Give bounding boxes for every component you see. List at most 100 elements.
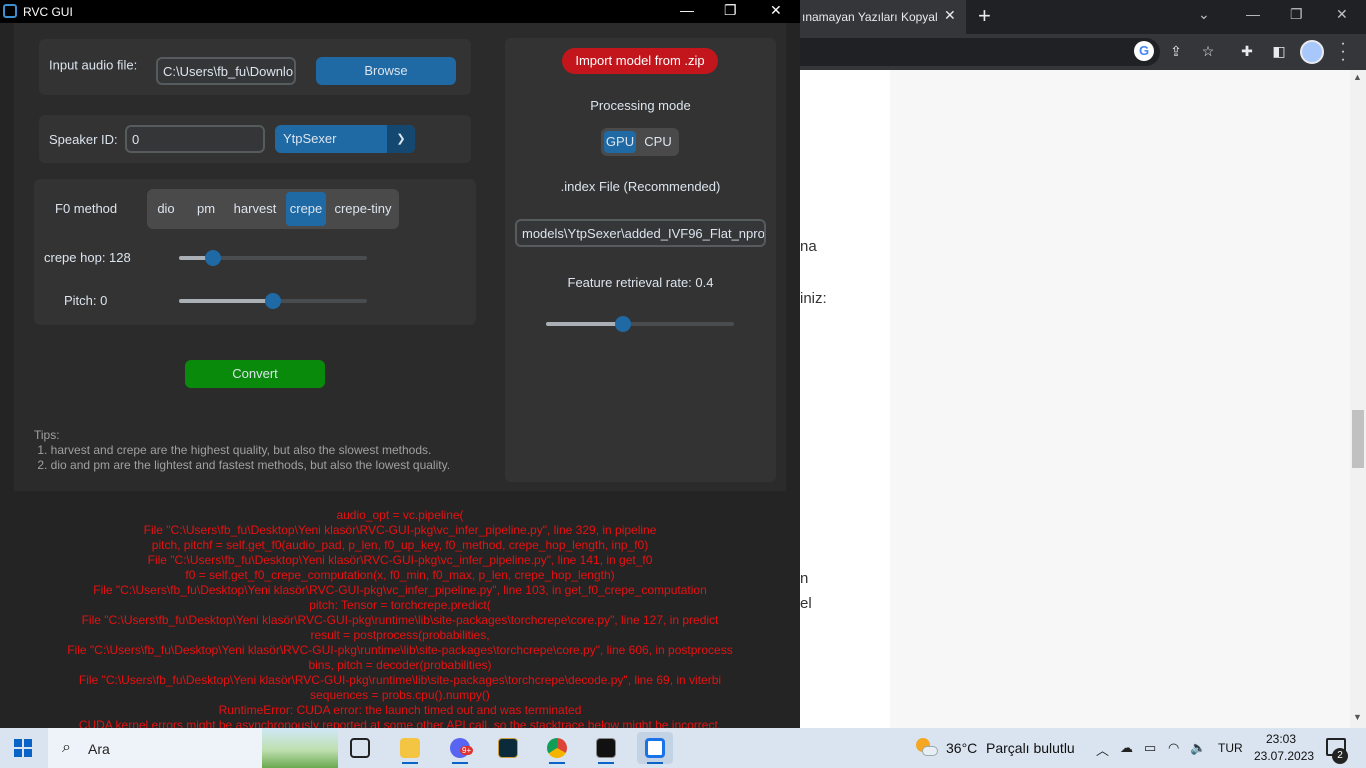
index-file-label: .index File (Recommended) — [560, 179, 721, 194]
input-audio-frame: Input audio file: C:\Users\fb_fu\Downlo … — [39, 39, 471, 95]
page-scrollbar[interactable]: ▲ ▼ — [1350, 70, 1366, 728]
f0-option-pm[interactable]: pm — [188, 192, 224, 226]
index-file-field[interactable]: models\YtpSexer\added_IVF96_Flat_nprol — [515, 219, 766, 247]
tips-line: 1. harvest and crepe are the highest qua… — [34, 443, 432, 457]
share-icon[interactable]: ⇪ — [1166, 41, 1186, 61]
browser-close-icon[interactable]: ✕ — [1336, 6, 1348, 23]
mode-option-gpu[interactable]: GPU — [604, 131, 636, 153]
task-view-icon — [350, 738, 370, 758]
app-icon — [3, 4, 17, 18]
taskbar-terminal[interactable] — [588, 732, 624, 764]
taskbar-discord[interactable]: 9+ — [442, 732, 478, 764]
new-tab-icon[interactable]: + — [978, 3, 991, 29]
mode-option-cpu[interactable]: CPU — [640, 131, 676, 153]
browser-restore-icon[interactable]: ❐ — [1290, 6, 1303, 23]
running-indicator — [402, 762, 418, 764]
log-line: bins, pitch = decoder(probabilities) — [308, 658, 492, 672]
star-icon[interactable]: ☆ — [1198, 41, 1218, 61]
processing-mode-label: Processing mode — [590, 98, 691, 113]
google-icon[interactable]: G — [1134, 41, 1154, 61]
onedrive-icon[interactable]: ☁ — [1120, 740, 1133, 756]
tips-title: Tips: — [34, 428, 60, 442]
close-icon[interactable]: ✕ — [770, 2, 782, 19]
terminal-icon — [596, 738, 616, 758]
wifi-icon[interactable]: ◠ — [1168, 740, 1179, 756]
f0-option-crepe[interactable]: crepe — [286, 192, 326, 226]
maximize-icon[interactable]: ❐ — [724, 2, 737, 19]
page-text-fragment: el — [800, 595, 812, 612]
browser-tab-title: ınamayan Yazıları Kopyala — [802, 10, 938, 24]
browse-button[interactable]: Browse — [316, 57, 456, 85]
feature-rate-slider-knob[interactable] — [615, 316, 631, 332]
chrome-icon — [547, 738, 567, 758]
log-line: RuntimeError: CUDA error: the launch tim… — [218, 703, 582, 717]
taskbar-rvc[interactable] — [637, 732, 673, 764]
feature-rate-slider[interactable] — [546, 316, 734, 332]
volume-icon[interactable]: 🔈 — [1190, 740, 1206, 756]
browser-tab[interactable]: ınamayan Yazıları Kopyala ✕ — [800, 0, 966, 34]
search-highlight-image — [262, 728, 338, 768]
taskbar-explorer[interactable] — [392, 732, 428, 764]
log-line: f0 = self.get_f0_crepe_computation(x, f0… — [185, 568, 615, 582]
f0-option-harvest[interactable]: harvest — [228, 192, 282, 226]
task-view-button[interactable] — [342, 732, 378, 764]
weather-description[interactable]: Parçalı bulutlu — [986, 740, 1075, 756]
taskbar-league[interactable] — [490, 732, 526, 764]
scroll-down-icon[interactable]: ▼ — [1353, 712, 1362, 722]
chevron-down-icon[interactable]: ❯ — [387, 125, 415, 153]
processing-mode-selector: GPU CPU — [601, 128, 679, 156]
speaker-id-field[interactable]: 0 — [125, 125, 265, 153]
log-line: File "C:\Users\fb_fu\Desktop\Yeni klasör… — [67, 643, 733, 657]
chevron-up-icon[interactable]: ︿ — [1096, 740, 1109, 759]
f0-method-selector: dio pm harvest crepe crepe-tiny — [147, 189, 399, 229]
log-line: File "C:\Users\fb_fu\Desktop\Yeni klasör… — [143, 523, 657, 537]
speaker-frame: Speaker ID: 0 YtpSexer ❯ — [39, 115, 471, 163]
menu-dots-icon[interactable]: · · · — [1338, 36, 1348, 68]
side-panel-icon[interactable]: ◧ — [1269, 41, 1289, 61]
crepe-hop-slider-knob[interactable] — [205, 250, 221, 266]
crepe-hop-label: crepe hop: 128 — [44, 250, 131, 265]
feature-rate-label: Feature retrieval rate: 0.4 — [567, 275, 714, 290]
extensions-icon[interactable]: ✚ — [1237, 41, 1257, 61]
model-select[interactable]: YtpSexer ❯ — [275, 125, 415, 153]
search-icon: ⌕ — [62, 739, 71, 756]
battery-icon[interactable]: ▭ — [1144, 740, 1156, 756]
weather-temperature[interactable]: 36°C — [946, 740, 977, 756]
search-placeholder: Ara — [88, 741, 110, 757]
tips-line: 2. dio and pm are the lightest and faste… — [34, 458, 451, 472]
running-indicator — [647, 762, 663, 764]
model-select-value: YtpSexer — [283, 131, 337, 146]
convert-button[interactable]: Convert — [185, 360, 325, 388]
cloud-icon — [922, 746, 938, 756]
import-model-button[interactable]: Import model from .zip — [562, 48, 718, 74]
discord-badge: 9+ — [460, 746, 474, 755]
minimize-icon[interactable]: — — [680, 2, 694, 18]
language-indicator[interactable]: TUR — [1218, 741, 1243, 755]
clock-date[interactable]: 23.07.2023 — [1254, 749, 1314, 763]
input-audio-field[interactable]: C:\Users\fb_fu\Downlo — [156, 57, 296, 85]
close-icon[interactable]: ✕ — [944, 7, 956, 24]
start-button[interactable] — [14, 739, 32, 757]
pitch-slider-fill — [179, 299, 273, 303]
tab-search-chevron-icon[interactable]: ⌄ — [1198, 6, 1210, 23]
scrollbar-thumb[interactable] — [1352, 410, 1364, 468]
running-indicator — [452, 762, 468, 764]
running-indicator — [598, 762, 614, 764]
taskbar-chrome[interactable] — [539, 732, 575, 764]
log-line: sequences = probs.cpu().numpy() — [310, 688, 490, 702]
f0-option-crepe-tiny[interactable]: crepe-tiny — [330, 192, 396, 226]
scroll-up-icon[interactable]: ▲ — [1353, 72, 1362, 82]
f0-option-dio[interactable]: dio — [150, 192, 182, 226]
weather-icon[interactable] — [916, 738, 938, 758]
rvc-app-icon — [645, 738, 665, 758]
log-line: File "C:\Users\fb_fu\Desktop\Yeni klasör… — [147, 553, 653, 567]
avatar[interactable] — [1300, 40, 1324, 64]
browser-minimize-icon[interactable]: — — [1246, 6, 1260, 22]
taskbar: ⌕ Ara 9+ 36°C Parçalı bulutlu ︿ ☁ ▭ ◠ 🔈 … — [0, 728, 1366, 768]
taskbar-search[interactable]: ⌕ Ara — [48, 728, 338, 768]
crepe-hop-slider[interactable] — [179, 250, 367, 266]
clock-time[interactable]: 23:03 — [1266, 732, 1296, 746]
pitch-slider-knob[interactable] — [265, 293, 281, 309]
pitch-slider[interactable] — [179, 293, 367, 309]
address-bar[interactable] — [800, 38, 1160, 66]
